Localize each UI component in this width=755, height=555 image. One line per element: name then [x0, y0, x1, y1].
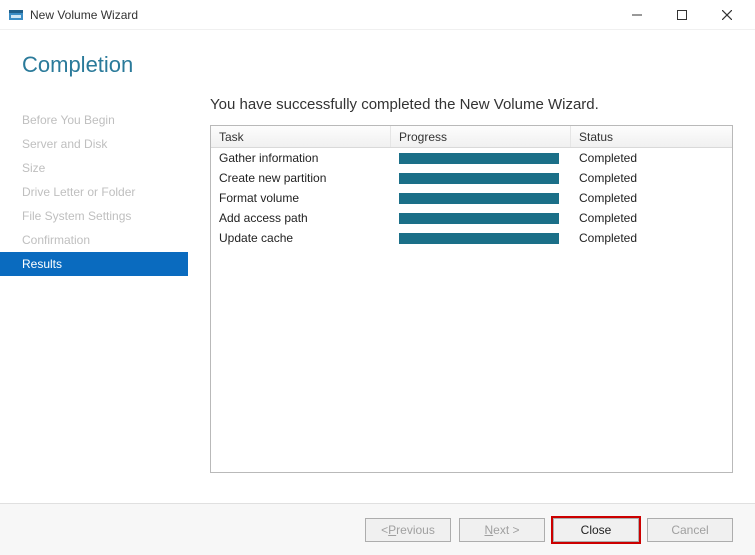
progress-bar [399, 173, 559, 184]
table-row: Update cache Completed [211, 228, 732, 248]
column-header-progress[interactable]: Progress [391, 126, 571, 147]
close-window-button[interactable] [704, 1, 749, 29]
results-table: Task Progress Status Gather information C… [210, 125, 733, 473]
progress-bar [399, 233, 559, 244]
progress-bar [399, 193, 559, 204]
progress-bar [399, 213, 559, 224]
window-controls [614, 1, 749, 29]
status-cell: Completed [571, 191, 732, 205]
wizard-footer: < Previous Next > Close Cancel [0, 503, 755, 555]
sidebar-item-file-system-settings: File System Settings [0, 204, 188, 228]
table-header: Task Progress Status [211, 126, 732, 148]
page-heading: Completion [0, 30, 755, 96]
progress-cell [391, 233, 571, 244]
status-cell: Completed [571, 171, 732, 185]
minimize-button[interactable] [614, 1, 659, 29]
table-row: Format volume Completed [211, 188, 732, 208]
table-row: Create new partition Completed [211, 168, 732, 188]
next-button: Next > [459, 518, 545, 542]
task-cell: Gather information [211, 151, 391, 165]
table-row: Gather information Completed [211, 148, 732, 168]
step-sidebar: Before You BeginServer and DiskSizeDrive… [0, 96, 188, 503]
close-button[interactable]: Close [553, 518, 639, 542]
window-title: New Volume Wizard [30, 8, 614, 22]
progress-cell [391, 173, 571, 184]
title-bar: New Volume Wizard [0, 0, 755, 30]
progress-bar [399, 153, 559, 164]
progress-cell [391, 213, 571, 224]
sidebar-item-size: Size [0, 156, 188, 180]
sidebar-item-server-and-disk: Server and Disk [0, 132, 188, 156]
table-row: Add access path Completed [211, 208, 732, 228]
task-cell: Create new partition [211, 171, 391, 185]
previous-button: < Previous [365, 518, 451, 542]
completion-message: You have successfully completed the New … [210, 96, 733, 125]
column-header-task[interactable]: Task [211, 126, 391, 147]
status-cell: Completed [571, 211, 732, 225]
progress-cell [391, 153, 571, 164]
progress-cell [391, 193, 571, 204]
main-panel: You have successfully completed the New … [188, 96, 733, 503]
task-cell: Update cache [211, 231, 391, 245]
status-cell: Completed [571, 151, 732, 165]
wizard-icon [8, 7, 24, 23]
status-cell: Completed [571, 231, 732, 245]
sidebar-item-drive-letter-or-folder: Drive Letter or Folder [0, 180, 188, 204]
task-cell: Format volume [211, 191, 391, 205]
column-header-status[interactable]: Status [571, 126, 732, 147]
task-cell: Add access path [211, 211, 391, 225]
sidebar-item-confirmation: Confirmation [0, 228, 188, 252]
cancel-button: Cancel [647, 518, 733, 542]
wizard-body: Completion Before You BeginServer and Di… [0, 30, 755, 503]
sidebar-item-before-you-begin: Before You Begin [0, 108, 188, 132]
maximize-button[interactable] [659, 1, 704, 29]
sidebar-item-results[interactable]: Results [0, 252, 188, 276]
